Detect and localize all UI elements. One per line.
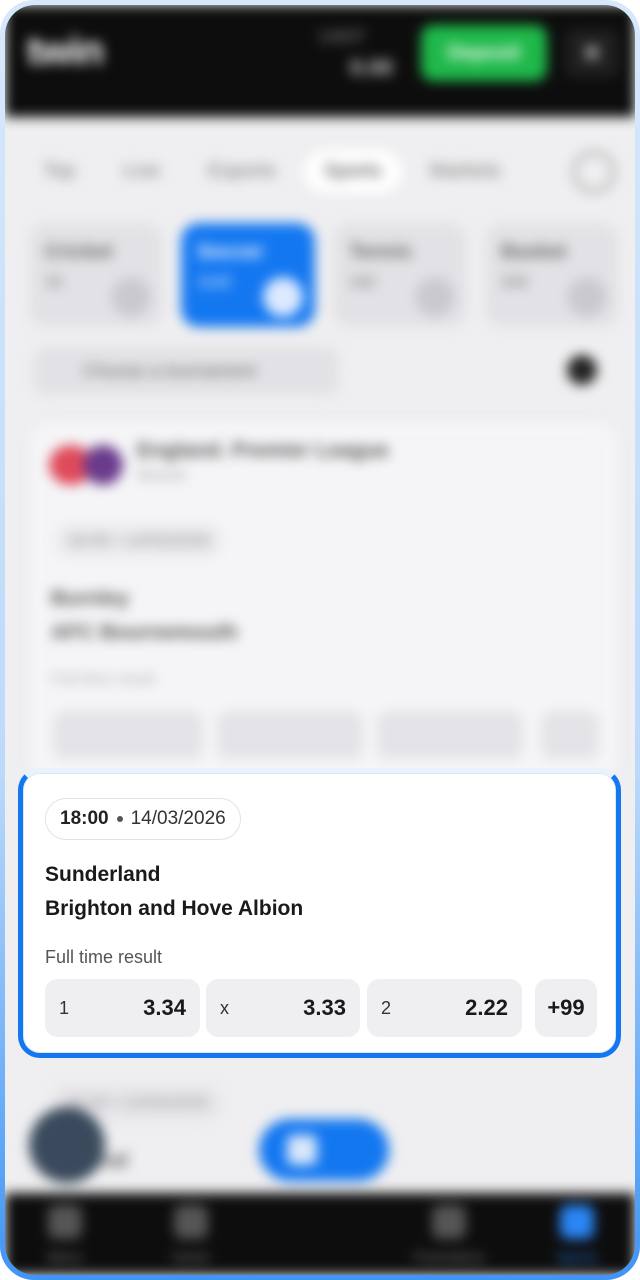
away-team: Brighton and Hove Albion bbox=[45, 897, 304, 920]
filter-toggle-icon[interactable] bbox=[567, 355, 597, 385]
category-name: Cricket bbox=[45, 241, 113, 263]
nav-promotions[interactable]: Promotions bbox=[399, 1205, 499, 1265]
nav-label: Promotions bbox=[413, 1249, 485, 1265]
nav-label: Sports bbox=[556, 1249, 598, 1265]
category-basketball[interactable]: Basket 243 bbox=[485, 223, 619, 327]
balance-currency[interactable]: USDT bbox=[319, 27, 365, 47]
highlighted-match-card[interactable]: 18:00 14/03/2026 Sunderland Brighton and… bbox=[18, 768, 621, 1058]
tab-top[interactable]: Top bbox=[23, 150, 95, 193]
app-screen: twin USDT 0.00 Deposit ✕ Top Live Esport… bbox=[5, 5, 635, 1275]
odd-button-home[interactable]: 1 3.34 bbox=[45, 979, 200, 1037]
odd-label: 1 bbox=[59, 997, 70, 1018]
market-label: Full time result bbox=[45, 947, 163, 967]
menu-icon bbox=[48, 1205, 82, 1239]
category-cricket[interactable]: Cricket 15 bbox=[29, 223, 163, 327]
match-date: 14/03/2026 bbox=[130, 808, 226, 829]
away-team: AFC Bournemouth bbox=[51, 621, 238, 644]
app-logo: twin bbox=[27, 29, 104, 73]
balance-amount[interactable]: 0.00 bbox=[350, 55, 393, 81]
league-name: England. Premier League bbox=[137, 439, 390, 462]
odd-button[interactable] bbox=[377, 711, 523, 759]
gift-icon bbox=[432, 1205, 466, 1239]
tennis-racket-icon bbox=[415, 277, 455, 317]
device-frame: twin USDT 0.00 Deposit ✕ Top Live Esport… bbox=[0, 0, 640, 1280]
odd-value: 3.33 bbox=[303, 995, 346, 1020]
sport-tabs: Top Live Esports Sports Markets bbox=[23, 145, 583, 197]
close-icon[interactable]: ✕ bbox=[565, 29, 619, 77]
odd-button-draw[interactable]: x 3.33 bbox=[206, 979, 360, 1037]
match-time: 18:00 bbox=[60, 808, 109, 829]
search-icon[interactable] bbox=[573, 151, 615, 193]
league-card: England. Premier League Soccer 18:00 • 1… bbox=[31, 423, 617, 783]
home-team: Burnley bbox=[51, 587, 130, 610]
category-name: Soccer bbox=[197, 241, 264, 263]
bet-slip-button[interactable] bbox=[259, 1119, 389, 1181]
category-soccer[interactable]: Soccer 1142 bbox=[181, 223, 315, 327]
home-icon bbox=[174, 1205, 208, 1239]
odd-button[interactable] bbox=[53, 711, 203, 759]
odd-button-away[interactable]: 2 2.22 bbox=[367, 979, 522, 1037]
odd-value: 3.34 bbox=[143, 995, 186, 1020]
separator-dot bbox=[116, 816, 123, 822]
nav-label: Menu bbox=[47, 1249, 83, 1265]
nav-sports[interactable]: Sports bbox=[527, 1205, 627, 1265]
tab-sports[interactable]: Sports bbox=[303, 149, 402, 193]
category-name: Tennis bbox=[349, 241, 412, 263]
market-label: Full time result bbox=[51, 671, 156, 688]
tab-markets[interactable]: Markets bbox=[410, 150, 521, 193]
home-team: Sunderland bbox=[45, 863, 161, 886]
bottom-nav: Menu Home Promotions Sports bbox=[5, 1193, 635, 1275]
tab-esports[interactable]: Esports bbox=[188, 150, 296, 193]
top-bar: twin USDT 0.00 Deposit ✕ bbox=[5, 5, 635, 117]
more-markets-button[interactable]: +99 bbox=[535, 979, 597, 1037]
more-markets-button[interactable] bbox=[541, 711, 599, 759]
league-sport: Soccer bbox=[137, 467, 187, 484]
match-time: 18:00 • 14/03/2026 bbox=[53, 523, 225, 559]
category-tennis[interactable]: Tennis 142 bbox=[333, 223, 467, 327]
soccer-ball-icon bbox=[263, 277, 303, 317]
odd-label: x bbox=[220, 997, 229, 1018]
odd-button[interactable] bbox=[217, 711, 363, 759]
sports-icon bbox=[560, 1205, 594, 1239]
odd-label: 2 bbox=[381, 997, 392, 1018]
category-name: Basket bbox=[501, 241, 567, 263]
basketball-icon bbox=[567, 277, 607, 317]
nav-menu[interactable]: Menu bbox=[15, 1205, 115, 1265]
category-carousel: Cricket 15 Soccer 1142 Tennis 142 Basket… bbox=[29, 223, 635, 331]
tab-live[interactable]: Live bbox=[103, 150, 180, 193]
match-time-pill: 18:00 14/03/2026 bbox=[45, 798, 241, 840]
nav-label: Home bbox=[172, 1249, 210, 1265]
nav-home[interactable]: Home bbox=[141, 1205, 241, 1265]
deposit-button[interactable]: Deposit bbox=[421, 25, 547, 81]
blurred-background: twin USDT 0.00 Deposit ✕ Top Live Esport… bbox=[5, 5, 635, 1275]
bet-slip-icon bbox=[287, 1135, 317, 1165]
odd-value: 2.22 bbox=[465, 995, 508, 1020]
support-chat-icon[interactable] bbox=[29, 1107, 105, 1183]
tournament-filter[interactable]: Choose a tournament bbox=[33, 347, 339, 395]
league-logo-icon bbox=[83, 445, 123, 485]
cricket-bat-icon bbox=[111, 277, 151, 317]
